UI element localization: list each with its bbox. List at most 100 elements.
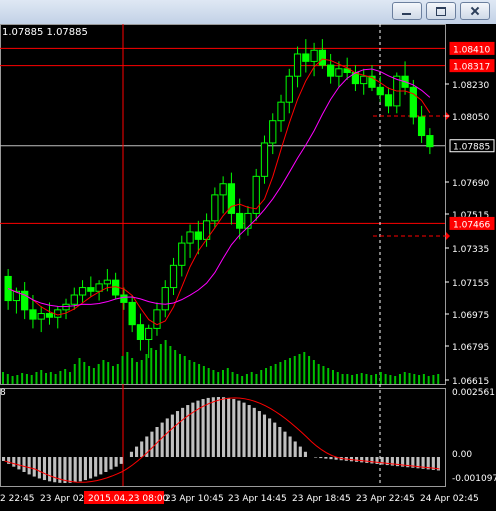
volume-bar — [236, 374, 239, 384]
bull-candle — [360, 75, 368, 85]
histogram-bar — [104, 457, 108, 472]
volume-bar — [155, 350, 158, 384]
volume-bar — [327, 368, 330, 384]
histogram-bar — [99, 457, 103, 475]
volume-bar — [418, 375, 421, 384]
histogram-bar — [232, 399, 236, 457]
histogram-bar — [83, 457, 87, 481]
bull-candle — [219, 183, 227, 196]
volume-bar — [207, 368, 210, 384]
price-level-label: 1.07885 — [453, 143, 490, 153]
histogram-bar — [175, 411, 180, 457]
histogram-bar — [262, 414, 267, 457]
arrow-head-icon — [446, 232, 450, 240]
volume-bar — [49, 372, 52, 384]
price-tick-label: 1.06975 — [452, 311, 489, 321]
volume-bar — [112, 366, 114, 384]
histogram-bar — [268, 418, 272, 457]
volume-bar — [355, 374, 358, 384]
histogram-bar — [119, 457, 123, 464]
close-icon[interactable] — [460, 2, 490, 20]
histogram-bar — [216, 397, 220, 457]
bull-candle — [277, 101, 285, 122]
volume-bar — [341, 374, 344, 384]
volume-bar — [159, 344, 162, 384]
bull-candle — [145, 327, 153, 340]
volume-bar — [135, 362, 138, 384]
histogram-bar — [303, 451, 307, 457]
bull-candle — [244, 212, 252, 229]
histogram-bar — [288, 436, 292, 457]
volume-bar — [21, 373, 24, 384]
volume-bar — [107, 362, 110, 384]
bull-candle — [70, 294, 78, 305]
histogram-bar — [48, 457, 52, 482]
histogram-bar — [324, 457, 328, 459]
histogram-bar — [135, 446, 139, 457]
price-level-label: 1.07466 — [453, 220, 490, 230]
bear-candle — [236, 212, 244, 229]
histogram-bar — [68, 457, 72, 483]
minimize-icon[interactable] — [392, 2, 422, 20]
histogram-bar — [88, 457, 93, 479]
histogram-bar — [365, 457, 369, 463]
chart-window[interactable]: 1.08230 1.08050 1.07690 1.07515 1.07335 1.071… — [0, 24, 496, 511]
bear-candle — [318, 49, 327, 66]
volume-bar — [293, 356, 296, 384]
volume-bar — [64, 369, 67, 384]
volume-bar — [274, 364, 277, 384]
volume-bar — [360, 373, 363, 384]
time-axis-label: 23 Apr 02: — [40, 494, 87, 504]
histogram-bar — [63, 457, 67, 483]
volume-bar — [336, 372, 339, 384]
histogram-bar — [165, 418, 169, 457]
price-level-label: 1.08410 — [453, 45, 490, 55]
maximize-icon[interactable] — [426, 2, 456, 20]
histogram-bar — [191, 402, 195, 457]
price-chart[interactable]: 1.082301.080501.076901.075151.073351.071… — [0, 24, 496, 511]
bull-candle — [161, 287, 169, 311]
bear-candle — [29, 309, 37, 320]
price-level-label: 1.08317 — [453, 63, 490, 73]
volume-bar — [427, 376, 430, 384]
volume-bar — [226, 368, 229, 384]
volume-bar — [11, 376, 14, 384]
volume-bar — [308, 356, 311, 384]
histogram-bar — [32, 457, 36, 477]
histogram-bar — [201, 399, 205, 457]
bull-candle — [169, 264, 178, 289]
indicator-tick-label: 0.002561 — [452, 388, 495, 398]
volume-bar — [59, 371, 62, 384]
bear-candle — [409, 86, 417, 118]
volume-bar — [92, 368, 95, 384]
volume-bar — [131, 358, 134, 384]
bear-candle — [302, 53, 310, 62]
bear-candle — [87, 287, 95, 292]
volume-bar — [260, 370, 263, 384]
volume-bar — [375, 374, 378, 384]
histogram-bar — [160, 422, 164, 457]
volume-bar — [83, 362, 86, 384]
volume-bar — [97, 364, 100, 384]
volume-bar — [322, 366, 325, 384]
histogram-bar — [186, 405, 190, 457]
time-axis-label: 23 Apr 22:45 — [356, 494, 415, 504]
volume-bar — [298, 354, 301, 384]
histogram-bar — [181, 407, 185, 457]
volume-bar — [202, 366, 205, 384]
volume-bar — [30, 375, 33, 384]
histogram-bar — [247, 405, 251, 457]
histogram-bar — [140, 441, 144, 457]
volume-bar — [394, 376, 397, 384]
volume-bar — [102, 360, 105, 384]
volume-bar — [317, 364, 320, 384]
volume-bar — [145, 354, 148, 384]
price-tick-label: 1.07335 — [452, 245, 489, 255]
window-titlebar — [0, 0, 496, 25]
histogram-bar — [360, 457, 364, 463]
bear-candle — [327, 64, 335, 77]
bull-candle — [153, 309, 161, 329]
volume-bar — [217, 372, 220, 384]
price-tick-label: 1.06615 — [452, 377, 489, 387]
bull-candle — [62, 303, 70, 311]
